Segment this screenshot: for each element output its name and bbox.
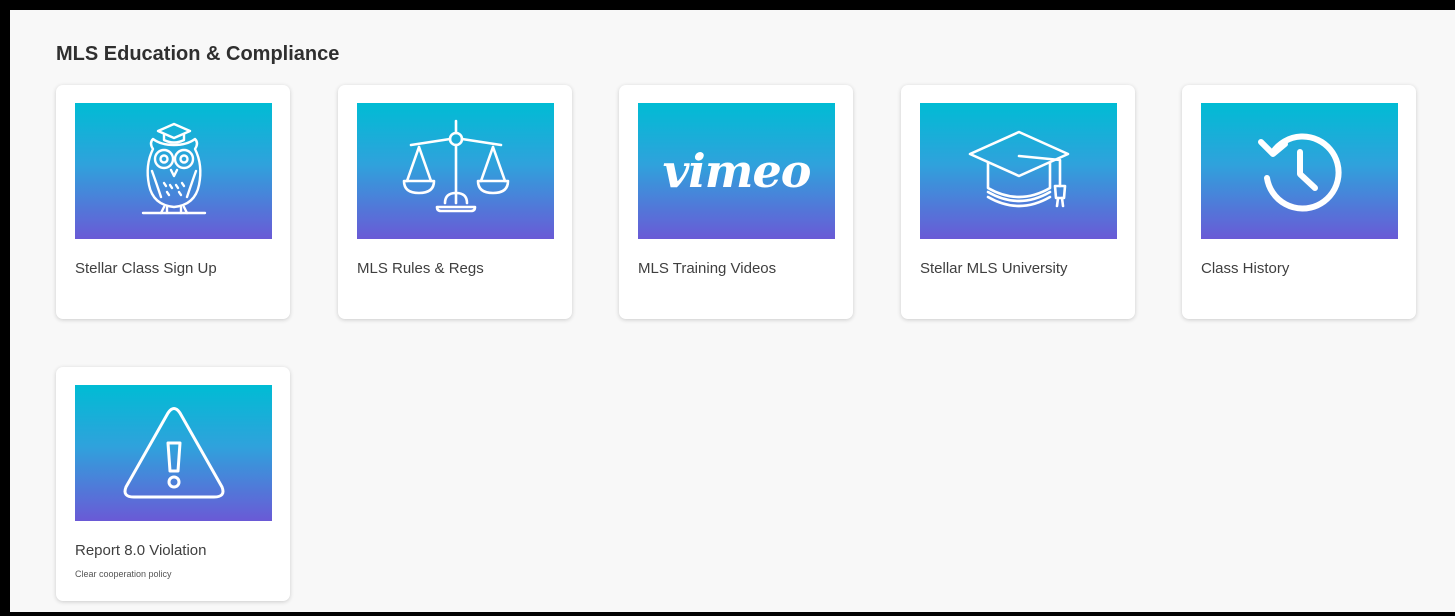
card-label: Report 8.0 Violation [75,542,207,559]
card-sublabel: Clear cooperation policy [75,569,172,579]
graduation-cap-icon [968,130,1069,208]
card-label: Stellar Class Sign Up [75,260,217,277]
card-stellar-mls-university[interactable]: Stellar MLS University [901,85,1135,319]
card-report-violation[interactable]: Report 8.0 Violation Clear cooperation p… [56,367,290,601]
card-label: Class History [1201,260,1290,277]
scales-icon [402,119,509,213]
card-mls-rules-regs[interactable]: MLS Rules & Regs [338,85,572,319]
card-stellar-class-sign-up[interactable]: Stellar Class Sign Up [56,85,290,319]
card-label: Stellar MLS University [920,260,1068,277]
card-thumbnail [357,103,554,239]
card-thumbnail [75,385,272,521]
card-label: MLS Training Videos [638,260,777,277]
owl-icon [141,122,206,215]
card-thumbnail [920,103,1117,239]
card-thumbnail [75,103,272,239]
card-thumbnail: vimeo [638,103,835,239]
card-class-history[interactable]: Class History [1182,85,1416,319]
card-thumbnail [1201,103,1398,239]
section-title: MLS Education & Compliance [56,43,340,65]
card-label: MLS Rules & Regs [357,260,484,277]
warning-icon [123,407,224,499]
vimeo-logo: vimeo [662,144,812,198]
card-mls-training-videos[interactable]: vimeo MLS Training Videos [619,85,853,319]
education-panel: MLS Education & Compliance Stellar Class… [10,10,1455,612]
history-clock-icon [1257,133,1342,212]
